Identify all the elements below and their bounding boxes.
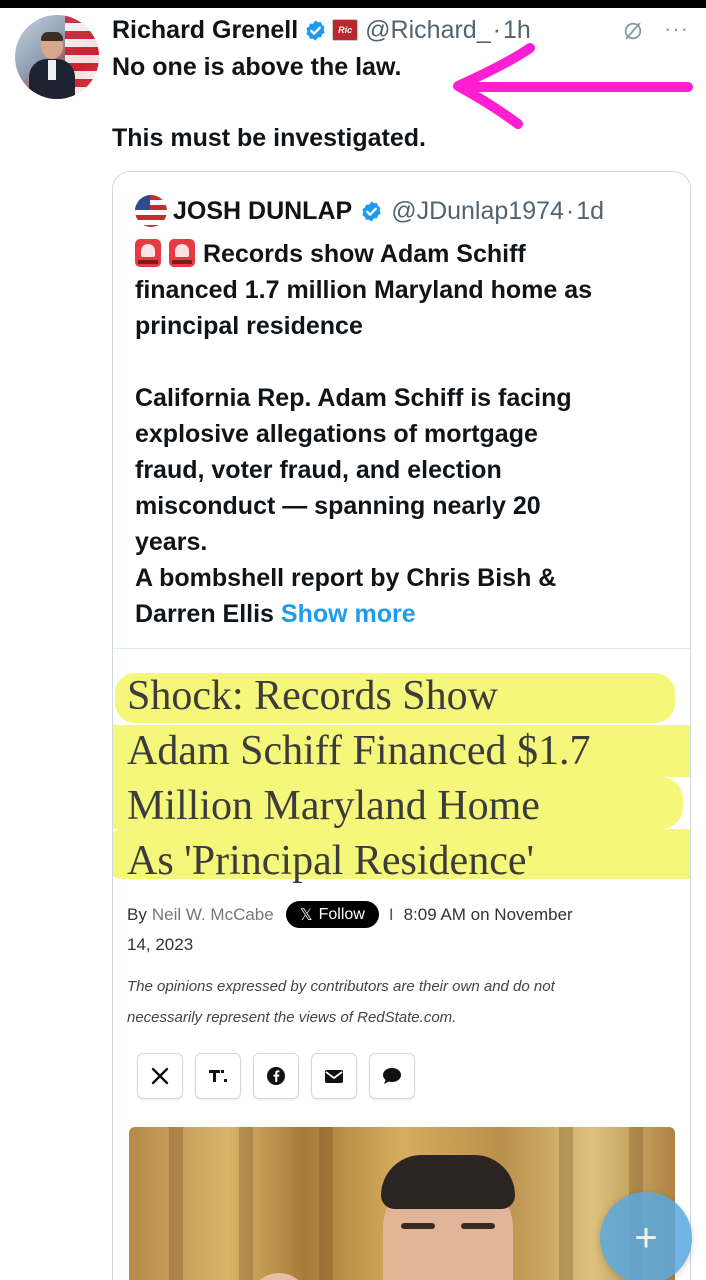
follow-label: Follow	[318, 905, 365, 923]
quoted-line: Records show Adam Schiff	[203, 240, 526, 268]
quoted-line: years.	[135, 528, 208, 556]
share-truth-social-button[interactable]	[195, 1053, 241, 1099]
comment-icon	[383, 1068, 401, 1084]
compose-button[interactable]: +	[600, 1192, 692, 1280]
annotation-arrow-icon	[453, 43, 693, 129]
headline-line: Adam Schiff Financed $1.7	[127, 728, 591, 774]
email-icon	[325, 1070, 343, 1083]
quoted-tweet-card[interactable]: JOSH DUNLAP @JDunlap1974 · 1d Records sh…	[112, 171, 691, 1280]
article-dateline: 8:09 AM on November	[403, 904, 573, 924]
quoted-line: A bombshell report by Chris Bish &	[135, 564, 557, 592]
headline-line: Shock: Records Show	[127, 673, 498, 719]
share-buttons	[137, 1053, 415, 1099]
quoted-line: explosive allegations of mortgage	[135, 420, 538, 448]
article-author[interactable]: Neil W. McCabe	[152, 905, 274, 925]
status-bar-edge	[0, 0, 706, 8]
verified-badge-icon	[306, 19, 325, 41]
article-photo	[129, 1127, 675, 1280]
truth-social-icon	[209, 1070, 227, 1082]
follow-button[interactable]: 𝕏 Follow	[285, 901, 379, 928]
headline-line: Million Maryland Home	[127, 783, 540, 829]
quoted-time[interactable]: 1d	[576, 197, 604, 226]
avatar[interactable]	[15, 15, 99, 99]
affiliate-badge-icon[interactable]: Ric	[332, 19, 359, 41]
siren-emoji-icon	[169, 239, 195, 267]
headline-line: As 'Principal Residence'	[127, 838, 535, 884]
article-screenshot[interactable]: Shock: Records Show Adam Schiff Financed…	[113, 648, 690, 1280]
article-disclaimer: The opinions expressed by contributors a…	[127, 971, 555, 1033]
byline-separator: I	[388, 904, 394, 924]
share-x-button[interactable]	[137, 1053, 183, 1099]
by-label: By	[127, 904, 147, 924]
tweet-text-line-2: This must be investigated.	[112, 124, 426, 152]
author-name[interactable]: Richard Grenell	[112, 16, 298, 45]
quoted-avatar[interactable]	[135, 195, 167, 227]
quoted-author-name[interactable]: JOSH DUNLAP	[173, 197, 352, 226]
disclaimer-line: necessarily represent the views of RedSt…	[127, 1009, 457, 1026]
quoted-line: fraud, voter fraud, and election	[135, 456, 502, 484]
quoted-line: Darren Ellis	[135, 600, 274, 628]
article-byline: By Neil W. McCabe 𝕏 Follow I 8:09 AM on …	[127, 901, 573, 928]
quoted-tweet-text: Records show Adam Schiff financed 1.7 mi…	[135, 236, 592, 632]
disclaimer-line: The opinions expressed by contributors a…	[127, 978, 555, 995]
siren-emoji-icon	[135, 239, 161, 267]
quoted-line: financed 1.7 million Maryland home as	[135, 276, 593, 304]
facebook-icon	[267, 1067, 285, 1085]
more-options-icon[interactable]: ···	[664, 16, 689, 42]
share-comment-button[interactable]	[369, 1053, 415, 1099]
x-icon	[151, 1067, 169, 1085]
share-facebook-button[interactable]	[253, 1053, 299, 1099]
share-email-button[interactable]	[311, 1053, 357, 1099]
quoted-time-separator: ·	[565, 196, 575, 225]
x-logo-icon: 𝕏	[299, 906, 313, 924]
grok-icon[interactable]	[622, 20, 644, 42]
article-headline: Shock: Records Show Adam Schiff Financed…	[127, 669, 590, 889]
quoted-line: California Rep. Adam Schiff is facing	[135, 384, 572, 412]
tweet-text-line-1: No one is above the law.	[112, 53, 402, 81]
quoted-tweet-header: JOSH DUNLAP @JDunlap1974 · 1d	[135, 194, 604, 228]
verified-badge-icon	[362, 200, 381, 222]
quoted-author-handle[interactable]: @JDunlap1974	[391, 197, 564, 226]
quoted-line: misconduct — spanning nearly 20	[135, 492, 541, 520]
quoted-line: principal residence	[135, 312, 363, 340]
article-dateline-cont: 14, 2023	[127, 935, 194, 954]
show-more-link[interactable]: Show more	[281, 600, 416, 628]
